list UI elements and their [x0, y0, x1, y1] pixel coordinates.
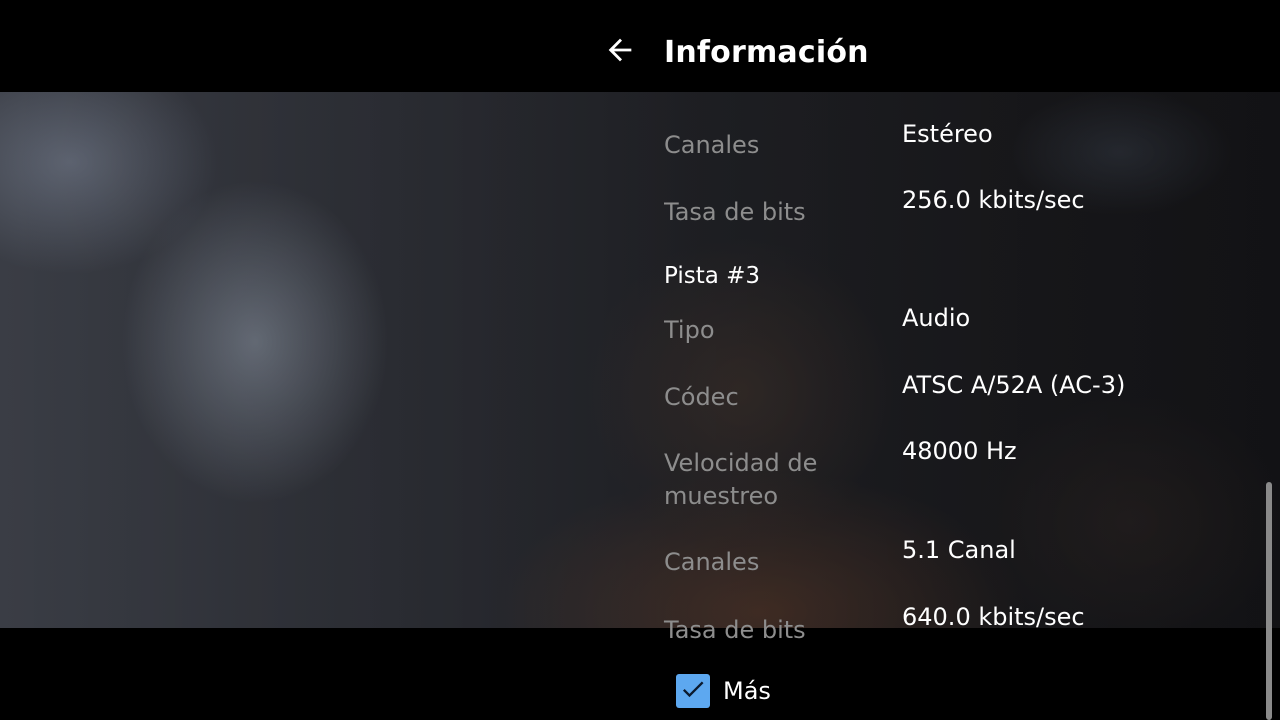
- info-label: Canales: [664, 548, 760, 576]
- more-checkbox[interactable]: Más: [676, 673, 771, 709]
- info-value: 640.0 kbits/sec: [902, 603, 1085, 628]
- info-label: Códec: [664, 383, 739, 411]
- page-title: Información: [664, 35, 869, 70]
- bottom-bar: Tasa de bits Más: [0, 616, 1280, 720]
- info-label: Velocidad de muestreo: [664, 449, 818, 510]
- checkbox-checked[interactable]: [676, 674, 710, 708]
- scrollbar-thumb[interactable]: [1266, 482, 1272, 720]
- info-value: 5.1 Canal: [902, 536, 1016, 564]
- info-value: Estéreo: [902, 120, 993, 148]
- info-label: Canales: [664, 131, 760, 159]
- track-header: Pista #3: [664, 263, 761, 289]
- info-value: Audio: [902, 304, 971, 332]
- info-value: 48000 Hz: [902, 437, 1017, 465]
- info-value: 256.0 kbits/sec: [902, 186, 1085, 214]
- arrow-left-icon: [603, 33, 637, 71]
- info-label: Tipo: [664, 316, 715, 344]
- info-value: ATSC A/52A (AC-3): [902, 371, 1126, 399]
- top-bar: Información: [0, 0, 1280, 92]
- info-list[interactable]: Canales Estéreo Tasa de bits 256.0 kbits…: [664, 92, 1264, 628]
- checkmark-icon: [679, 675, 707, 707]
- info-label: Tasa de bits: [664, 616, 806, 644]
- back-button[interactable]: [598, 30, 642, 74]
- info-screen: Información Canales Estéreo Tasa de bits…: [0, 0, 1280, 720]
- info-label: Tasa de bits: [664, 198, 806, 226]
- more-label: Más: [723, 676, 771, 705]
